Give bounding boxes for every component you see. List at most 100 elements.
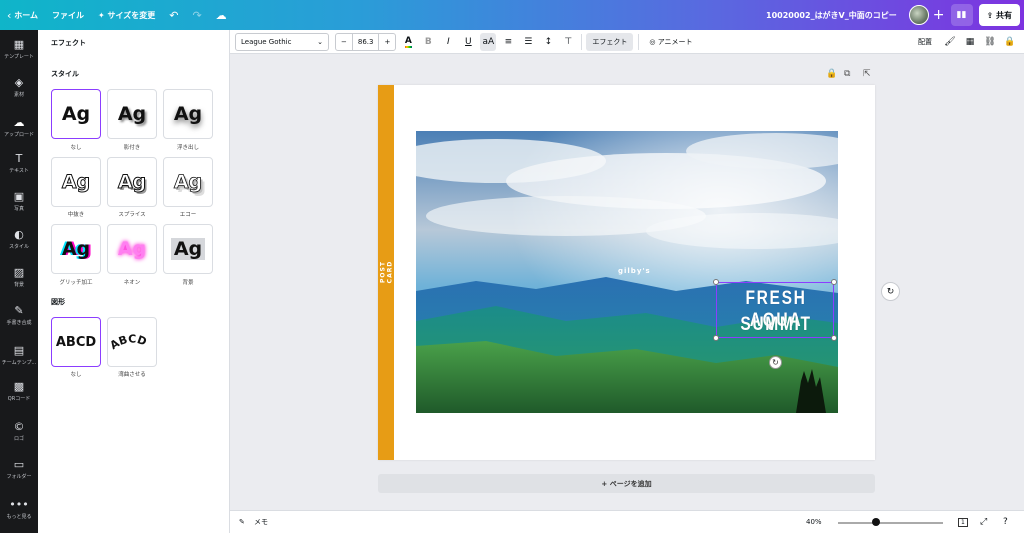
rail-item-8[interactable]: ▤ チームテンプ... bbox=[0, 344, 38, 366]
rail-icon-2: ☁ bbox=[13, 116, 25, 129]
refresh-suggestions-button[interactable]: ↻ bbox=[881, 282, 900, 301]
avatar[interactable] bbox=[908, 5, 929, 25]
rail-icon-11: ▭ bbox=[13, 458, 25, 471]
insights-button[interactable]: ▮▮ bbox=[950, 4, 973, 26]
link-icon[interactable]: ⛓ bbox=[982, 33, 998, 51]
effects-button[interactable]: エフェクト bbox=[586, 32, 634, 51]
rail-icon-4: ▣ bbox=[13, 190, 25, 203]
rail-icon-10: © bbox=[13, 420, 25, 433]
text-color-button[interactable]: A bbox=[400, 33, 416, 51]
duplicate-page-icon[interactable]: ⧉ bbox=[844, 69, 850, 79]
design-page[interactable]: POST CARD gilby's FRESH AQUA SUMMIT ↻ bbox=[378, 85, 875, 460]
effect-shadow[interactable]: Ag bbox=[107, 89, 157, 139]
resize-handle[interactable] bbox=[831, 335, 837, 341]
rail-label-1: 素材 bbox=[13, 92, 24, 98]
add-page-icon[interactable]: ⇱ bbox=[863, 69, 871, 79]
list-icon[interactable]: ☰ bbox=[520, 33, 536, 51]
transparency-icon[interactable]: ▦ bbox=[962, 33, 978, 51]
brand-text[interactable]: gilby's bbox=[618, 267, 651, 275]
effect-lift[interactable]: Ag bbox=[163, 89, 213, 139]
rail-item-3[interactable]: T テキスト bbox=[0, 152, 38, 174]
add-page-button[interactable]: + ページを追加 bbox=[378, 474, 875, 493]
vertical-text-icon[interactable]: ⊤ bbox=[560, 33, 576, 51]
headline-line-2: SUMMIT bbox=[740, 314, 812, 335]
lock-page-icon[interactable]: 🔒 bbox=[826, 69, 837, 79]
rail-label-8: チームテンプ... bbox=[1, 360, 37, 366]
redo-icon: ↷ bbox=[192, 8, 202, 22]
effect-hollow[interactable]: Ag bbox=[51, 157, 101, 207]
rail-item-7[interactable]: ✎ 手書き合成 bbox=[0, 304, 38, 326]
rotate-handle[interactable]: ↻ bbox=[769, 356, 782, 369]
left-rail: ▦ テンプレート ◈ 素材 ☁ アップロード T テキスト ▣ 写真 ◐ スタイル ▨ 背景 ✎ 手書き合成 ▤… bbox=[0, 30, 38, 533]
undo-button[interactable]: ↶ bbox=[162, 0, 185, 30]
font-size-input[interactable]: 86.3 bbox=[351, 33, 380, 50]
shape-none[interactable]: ABCD bbox=[51, 317, 101, 367]
align-center-icon[interactable]: ≡ bbox=[500, 33, 516, 51]
zoom-slider[interactable] bbox=[838, 522, 943, 524]
zoom-slider-handle[interactable] bbox=[872, 518, 880, 526]
lock-icon[interactable]: 🔒 bbox=[1002, 33, 1018, 51]
resize-label: サイズを変更 bbox=[107, 10, 156, 20]
rail-item-10[interactable]: © ロゴ bbox=[0, 420, 38, 442]
share-icon: ⇪ bbox=[986, 10, 994, 20]
rail-icon-3: T bbox=[15, 152, 23, 165]
italic-button[interactable]: I bbox=[440, 33, 456, 51]
effect-neon[interactable]: Ag bbox=[107, 224, 157, 274]
resize-handle[interactable] bbox=[713, 279, 719, 285]
rail-item-1[interactable]: ◈ 素材 bbox=[0, 76, 38, 98]
font-size-increase[interactable]: + bbox=[379, 38, 395, 46]
shape-none-preview: ABCD bbox=[55, 334, 97, 350]
effect-echo[interactable]: Ag bbox=[163, 157, 213, 207]
postcard-label[interactable]: POST CARD bbox=[380, 250, 394, 295]
add-collaborator-button[interactable]: + bbox=[933, 7, 945, 23]
font-size-stepper: − 86.3 + bbox=[335, 32, 397, 51]
divider bbox=[638, 33, 640, 50]
case-button[interactable]: aA bbox=[480, 32, 497, 51]
font-size-decrease[interactable]: − bbox=[336, 38, 352, 46]
font-family-select[interactable]: League Gothic ⌄ bbox=[235, 32, 329, 51]
cloud-save-button[interactable]: ☁ bbox=[209, 0, 234, 30]
notes-icon[interactable]: ✎ bbox=[239, 518, 245, 526]
home-button[interactable]: ‹ ホーム bbox=[0, 0, 45, 30]
resize-button[interactable]: ✦ サイズを変更 bbox=[91, 0, 162, 30]
refresh-icon: ↻ bbox=[886, 286, 895, 297]
redo-button[interactable]: ↷ bbox=[185, 0, 208, 30]
share-button[interactable]: ⇪ 共有 bbox=[978, 4, 1020, 26]
bold-button[interactable]: B bbox=[420, 33, 436, 51]
rail-item-6[interactable]: ▨ 背景 bbox=[0, 266, 38, 288]
notes-button[interactable]: メモ bbox=[254, 517, 268, 527]
headline-textbox[interactable]: FRESH AQUA SUMMIT bbox=[713, 279, 837, 341]
effect-hollow-preview: Ag bbox=[61, 171, 91, 194]
file-menu[interactable]: ファイル bbox=[45, 0, 91, 30]
position-button[interactable]: 配置 bbox=[912, 33, 938, 51]
rail-label-7: 手書き合成 bbox=[6, 320, 32, 326]
fullscreen-icon[interactable]: ⤢ bbox=[980, 517, 987, 527]
animate-label: アニメート bbox=[657, 37, 693, 46]
rail-label-11: フォルダー bbox=[6, 474, 32, 480]
rail-item-11[interactable]: ▭ フォルダー bbox=[0, 458, 38, 480]
rail-item-4[interactable]: ▣ 写真 bbox=[0, 190, 38, 212]
rail-item-9[interactable]: ▩ QRコード bbox=[0, 380, 38, 402]
underline-button[interactable]: U bbox=[460, 33, 476, 51]
rail-icon-8: ▤ bbox=[13, 344, 25, 357]
effect-background[interactable]: Ag bbox=[163, 224, 213, 274]
paint-format-icon[interactable]: 🖌 bbox=[942, 33, 958, 51]
spacing-icon[interactable]: ↕ bbox=[540, 33, 556, 51]
animate-button[interactable]: ◎ アニメート bbox=[643, 33, 698, 51]
resize-handle[interactable] bbox=[713, 335, 719, 341]
rail-label-3: テキスト bbox=[9, 168, 29, 174]
rail-item-0[interactable]: ▦ テンプレート bbox=[0, 38, 38, 60]
help-icon[interactable]: ? bbox=[1003, 517, 1008, 527]
resize-handle[interactable] bbox=[831, 279, 837, 285]
document-title[interactable]: 10020002_はがきV_中面のコピー bbox=[766, 10, 897, 21]
effect-glitch[interactable]: Ag bbox=[51, 224, 101, 274]
rail-item-12[interactable]: ••• もっと見る bbox=[0, 498, 38, 520]
page-count-button[interactable]: 1 bbox=[958, 517, 968, 527]
shape-curve[interactable]: ABCD bbox=[107, 317, 157, 367]
rail-item-5[interactable]: ◐ スタイル bbox=[0, 228, 38, 250]
rail-item-2[interactable]: ☁ アップロード bbox=[0, 116, 38, 138]
effect-none[interactable]: Ag bbox=[51, 89, 101, 139]
chevron-down-icon: ⌄ bbox=[317, 37, 323, 46]
undo-icon: ↶ bbox=[169, 8, 179, 22]
effect-splice[interactable]: Ag bbox=[107, 157, 157, 207]
